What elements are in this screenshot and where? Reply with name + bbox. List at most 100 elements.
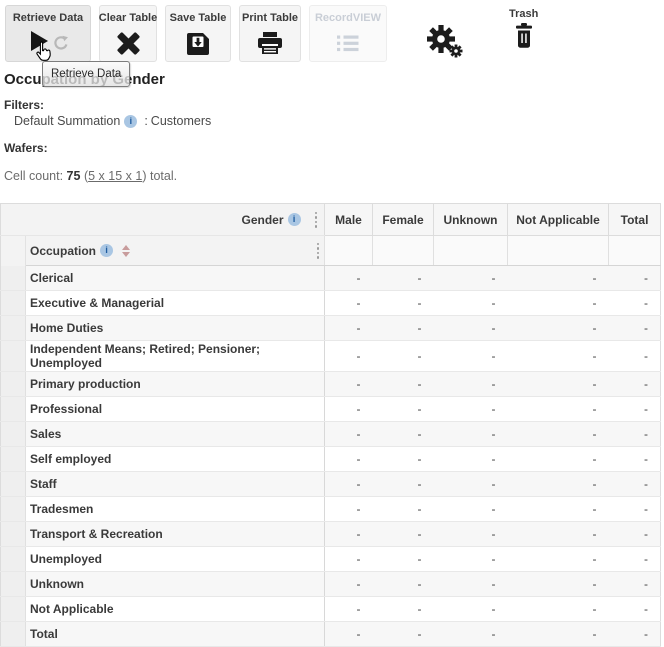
value-cell: -: [325, 497, 373, 522]
paren-close: ): [142, 169, 146, 183]
value-cell: -: [325, 447, 373, 472]
trash-icon[interactable]: [514, 20, 534, 55]
table-row: Sales-----: [1, 422, 661, 447]
value-cell: -: [325, 291, 373, 316]
value-cell: -: [508, 522, 609, 547]
value-cell: -: [325, 422, 373, 447]
row-dimension-label[interactable]: Occupation: [30, 244, 96, 258]
table-row: Executive & Managerial-----: [1, 291, 661, 316]
clear-table-button[interactable]: Clear Table: [99, 5, 157, 62]
cell-count-line: Cell count: 75 (5 x 15 x 1) total.: [4, 169, 664, 183]
value-cell: -: [325, 266, 373, 291]
value-cell: -: [434, 547, 508, 572]
value-cell: -: [609, 597, 661, 622]
value-cell: -: [434, 291, 508, 316]
header-empty-cell: [325, 236, 373, 266]
drag-handle-icon[interactable]: [317, 243, 320, 259]
gender-info-icon[interactable]: i: [288, 213, 301, 226]
value-cell: -: [609, 572, 661, 597]
header-empty-cell: [373, 236, 434, 266]
clear-icon: [116, 26, 141, 61]
corner-cell: Gender i: [1, 204, 325, 236]
value-cell: -: [434, 622, 508, 647]
row-dimension-row: Occupation i: [1, 236, 661, 266]
value-cell: -: [373, 597, 434, 622]
column-header[interactable]: Unknown: [434, 204, 508, 236]
value-cell: -: [434, 422, 508, 447]
value-cell: -: [609, 266, 661, 291]
value-cell: -: [373, 372, 434, 397]
value-cell: -: [508, 497, 609, 522]
row-label[interactable]: Total: [26, 622, 325, 647]
table-row: Professional-----: [1, 397, 661, 422]
recordview-label: RecordVIEW: [315, 12, 381, 24]
info-icon[interactable]: i: [124, 115, 137, 128]
list-icon: [337, 26, 359, 61]
column-header[interactable]: Total: [609, 204, 661, 236]
value-cell: -: [373, 522, 434, 547]
row-label[interactable]: Sales: [26, 422, 325, 447]
column-header[interactable]: Female: [373, 204, 434, 236]
trash-control: Trash: [509, 8, 538, 55]
header-gutter: [1, 236, 26, 266]
row-label[interactable]: Executive & Managerial: [26, 291, 325, 316]
value-cell: -: [434, 397, 508, 422]
occupation-info-icon[interactable]: i: [100, 244, 113, 257]
row-gutter: [1, 266, 26, 291]
table-row: Total-----: [1, 622, 661, 647]
value-cell: -: [434, 372, 508, 397]
row-label[interactable]: Staff: [26, 472, 325, 497]
row-label[interactable]: Professional: [26, 397, 325, 422]
table-row: Primary production-----: [1, 372, 661, 397]
header-empty-cell: [434, 236, 508, 266]
print-table-button[interactable]: Print Table: [239, 5, 301, 62]
row-gutter: [1, 547, 26, 572]
value-cell: -: [434, 341, 508, 372]
value-cell: -: [373, 397, 434, 422]
row-label[interactable]: Clerical: [26, 266, 325, 291]
value-cell: -: [373, 447, 434, 472]
row-label[interactable]: Transport & Recreation: [26, 522, 325, 547]
retrieve-data-label: Retrieve Data: [13, 12, 83, 24]
row-label[interactable]: Unemployed: [26, 547, 325, 572]
sort-arrows-icon[interactable]: [122, 245, 130, 257]
value-cell: -: [373, 622, 434, 647]
filters-heading: Filters:: [4, 98, 664, 112]
value-cell: -: [373, 547, 434, 572]
value-cell: -: [508, 372, 609, 397]
col-dimension-label[interactable]: Gender: [242, 213, 284, 227]
row-label[interactable]: Tradesmen: [26, 497, 325, 522]
value-cell: -: [325, 522, 373, 547]
row-gutter: [1, 316, 26, 341]
filter-name: Default Summation: [14, 114, 120, 128]
value-cell: -: [325, 316, 373, 341]
column-header[interactable]: Not Applicable: [508, 204, 609, 236]
trash-label: Trash: [509, 8, 538, 20]
column-header[interactable]: Male: [325, 204, 373, 236]
table-row: Unknown-----: [1, 572, 661, 597]
value-cell: -: [508, 422, 609, 447]
row-gutter: [1, 522, 26, 547]
cell-count-formula-link[interactable]: 5 x 15 x 1: [88, 169, 142, 183]
save-table-button[interactable]: Save Table: [165, 5, 231, 62]
row-label[interactable]: Home Duties: [26, 316, 325, 341]
tooltip: Retrieve Data: [42, 61, 130, 87]
value-cell: -: [609, 397, 661, 422]
row-label[interactable]: Unknown: [26, 572, 325, 597]
row-label[interactable]: Independent Means; Retired; Pensioner; U…: [26, 341, 325, 372]
row-label[interactable]: Primary production: [26, 372, 325, 397]
value-cell: -: [508, 341, 609, 372]
drag-handle-icon[interactable]: [315, 212, 318, 228]
settings-gears-icon[interactable]: [425, 24, 465, 63]
value-cell: -: [609, 447, 661, 472]
recordview-button: RecordVIEW: [309, 5, 387, 62]
refresh-icon: [52, 35, 68, 56]
header-empty-cell: [609, 236, 661, 266]
value-cell: -: [325, 572, 373, 597]
crosstab-table: Gender i MaleFemaleUnknownNot Applicable…: [0, 203, 661, 647]
row-label[interactable]: Not Applicable: [26, 597, 325, 622]
row-label[interactable]: Self employed: [26, 447, 325, 472]
value-cell: -: [609, 291, 661, 316]
row-gutter: [1, 622, 26, 647]
table-row: Not Applicable-----: [1, 597, 661, 622]
